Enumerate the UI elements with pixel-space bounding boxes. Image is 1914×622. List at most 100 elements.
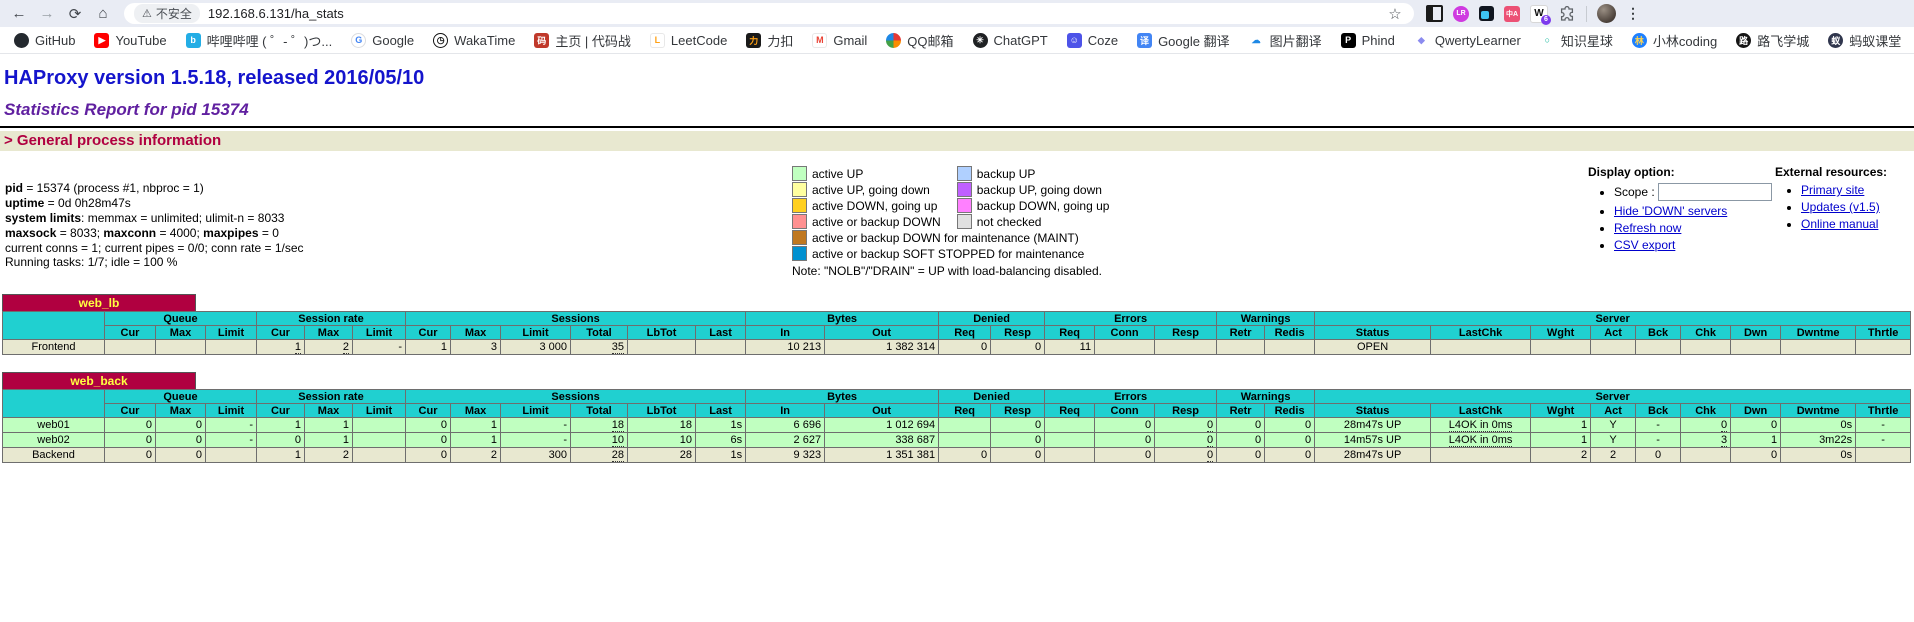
security-chip[interactable]: ⚠ 不安全 xyxy=(134,4,200,23)
proxy-title-web_back[interactable]: web_back xyxy=(2,372,196,389)
column-header: Redis xyxy=(1265,404,1315,418)
forward-button[interactable]: → xyxy=(34,3,60,25)
tooltip-value[interactable]: 3 xyxy=(1721,434,1727,447)
display-option-link-2[interactable]: CSV export xyxy=(1614,238,1675,252)
display-option-link-0[interactable]: Hide 'DOWN' servers xyxy=(1614,204,1727,218)
cell-lbtot: 28 xyxy=(628,448,696,463)
home-button[interactable]: ⌂ xyxy=(90,3,116,25)
tooltip-value[interactable]: 28 xyxy=(612,449,624,462)
bookmark-google[interactable]: GGoogle xyxy=(351,33,414,48)
bookmark-qqmail[interactable]: QQ邮箱 xyxy=(886,31,953,50)
scope-input[interactable] xyxy=(1658,183,1772,201)
profile-avatar[interactable] xyxy=(1597,4,1616,23)
bookmark-github[interactable]: GitHub xyxy=(14,33,75,48)
extensions-puzzle-icon[interactable] xyxy=(1558,5,1576,23)
column-header: LastChk xyxy=(1431,404,1531,418)
tooltip-value[interactable]: L4OK in 0ms xyxy=(1449,434,1513,447)
cell-thrtle: - xyxy=(1856,433,1911,448)
cell-in: 6 696 xyxy=(746,418,825,433)
tooltip-value[interactable]: 35 xyxy=(612,341,624,354)
tooltip-value[interactable]: 0 xyxy=(1207,419,1213,432)
wakatime-favicon-icon: ◷ xyxy=(433,33,448,48)
column-header: Chk xyxy=(1681,326,1731,340)
cell-redis: 0 xyxy=(1265,433,1315,448)
cell-resp: 0 xyxy=(991,448,1045,463)
cell-dwn: 0 xyxy=(1731,418,1781,433)
group-header: Queue xyxy=(105,312,257,326)
cell-max: 1 xyxy=(451,433,501,448)
reload-button[interactable]: ⟳ xyxy=(62,3,88,25)
bookmark-mayikt[interactable]: 蚁蚂蚁课堂 xyxy=(1828,31,1901,50)
bookmark-zsxq[interactable]: ○知识星球 xyxy=(1540,31,1613,50)
external-resource-link-2[interactable]: Online manual xyxy=(1801,217,1878,231)
bookmark-qwertylearner[interactable]: ◆QwertyLearner xyxy=(1414,33,1521,48)
tooltip-value[interactable]: 0 xyxy=(1207,434,1213,447)
back-button[interactable]: ← xyxy=(6,3,32,25)
extension-badge: 6 xyxy=(1541,15,1551,25)
tooltip-value[interactable]: 1 xyxy=(295,341,301,354)
cell-resp: 0 xyxy=(1155,448,1217,463)
bookmark-phind[interactable]: PPhind xyxy=(1341,33,1395,48)
cell-dwntme xyxy=(1781,340,1856,355)
page-content: HAProxy version 1.5.18, released 2016/05… xyxy=(0,67,1914,480)
address-bar[interactable]: ⚠ 不安全 192.168.6.131/ha_stats ☆ xyxy=(124,3,1414,24)
bookmark-likou[interactable]: 力力扣 xyxy=(746,31,793,50)
cell-req xyxy=(1045,448,1095,463)
bookmark-wakatime[interactable]: ◷WakaTime xyxy=(433,33,515,48)
bookmark-chatgpt[interactable]: ✳ChatGPT xyxy=(973,33,1048,48)
divider xyxy=(0,126,1914,128)
tooltip-value[interactable]: 18 xyxy=(612,419,624,432)
bookmark-gmail[interactable]: MGmail xyxy=(812,33,867,48)
tooltip-value[interactable]: L4OK in 0ms xyxy=(1449,419,1513,432)
menu-kebab-icon[interactable]: ⋮ xyxy=(1626,5,1640,22)
bookmark-coze[interactable]: ☺Coze xyxy=(1067,33,1118,48)
extension-lr-icon[interactable]: LR xyxy=(1453,6,1469,22)
group-header: Session rate xyxy=(257,312,406,326)
extension-translate-icon[interactable]: 中A xyxy=(1504,6,1520,22)
tooltip-value[interactable]: 0 xyxy=(1721,419,1727,432)
column-header: LbTot xyxy=(628,404,696,418)
url-text[interactable]: 192.168.6.131/ha_stats xyxy=(208,6,344,21)
bookmark-star-icon[interactable]: ☆ xyxy=(1386,5,1404,23)
side-panel-icon[interactable] xyxy=(1426,5,1443,22)
bookmark-codewar-home[interactable]: 码主页 | 代码战 xyxy=(534,31,631,50)
phind-favicon-icon: P xyxy=(1341,33,1356,48)
bookmark-youtube[interactable]: ▶YouTube xyxy=(94,33,166,48)
legend-swatch xyxy=(957,214,972,229)
column-header: Limit xyxy=(206,404,257,418)
proxy-title-web_lb[interactable]: web_lb xyxy=(2,294,196,311)
cell-status: 14m57s UP xyxy=(1315,433,1431,448)
zsxq-favicon-icon: ○ xyxy=(1540,33,1555,48)
luffycity-favicon-icon: 路 xyxy=(1736,33,1751,48)
tooltip-value[interactable]: 2 xyxy=(343,341,349,354)
youtube-favicon-icon: ▶ xyxy=(94,33,109,48)
scope-item: Scope : xyxy=(1614,183,1772,201)
qwertylearner-favicon-icon: ◆ xyxy=(1414,33,1429,48)
cell-last: 1s xyxy=(696,418,746,433)
bookmark-bilibili[interactable]: b哔哩哔哩 ( ゜- ゜)つ... xyxy=(186,31,333,50)
cell-status: 28m47s UP xyxy=(1315,418,1431,433)
cell-cur: 1 xyxy=(406,340,451,355)
tooltip-value[interactable]: 0 xyxy=(1207,449,1213,462)
external-resource-link-0[interactable]: Primary site xyxy=(1801,183,1864,197)
bookmark-leetcode[interactable]: LLeetCode xyxy=(650,33,727,48)
bookmark-label: QQ邮箱 xyxy=(907,31,953,50)
column-header: Redis xyxy=(1265,326,1315,340)
column-header: Req xyxy=(939,404,991,418)
cell-cur xyxy=(105,340,156,355)
tooltip-value[interactable]: 10 xyxy=(612,434,624,447)
external-resource-link-1[interactable]: Updates (v1.5) xyxy=(1801,200,1880,214)
group-header: Errors xyxy=(1045,390,1217,404)
column-header: LbTot xyxy=(628,326,696,340)
display-option-link-1[interactable]: Refresh now xyxy=(1614,221,1681,235)
extension-w-icon[interactable]: W 6 xyxy=(1530,5,1548,23)
bookmark-image-translate[interactable]: ☁图片翻译 xyxy=(1249,31,1322,50)
extension-blue-icon[interactable] xyxy=(1479,6,1494,21)
legend-table: active UPbackup UPactive UP, going downb… xyxy=(790,165,1125,262)
bookmark-xiaolin-coding[interactable]: 林小林coding xyxy=(1632,31,1717,50)
bookmark-google-translate[interactable]: 译Google 翻译 xyxy=(1137,31,1230,50)
haproxy-version-title[interactable]: HAProxy version 1.5.18, released 2016/05… xyxy=(4,67,1914,90)
bookmark-luffycity[interactable]: 路路飞学城 xyxy=(1736,31,1809,50)
column-header: Status xyxy=(1315,326,1431,340)
cell-retr: 0 xyxy=(1217,448,1265,463)
